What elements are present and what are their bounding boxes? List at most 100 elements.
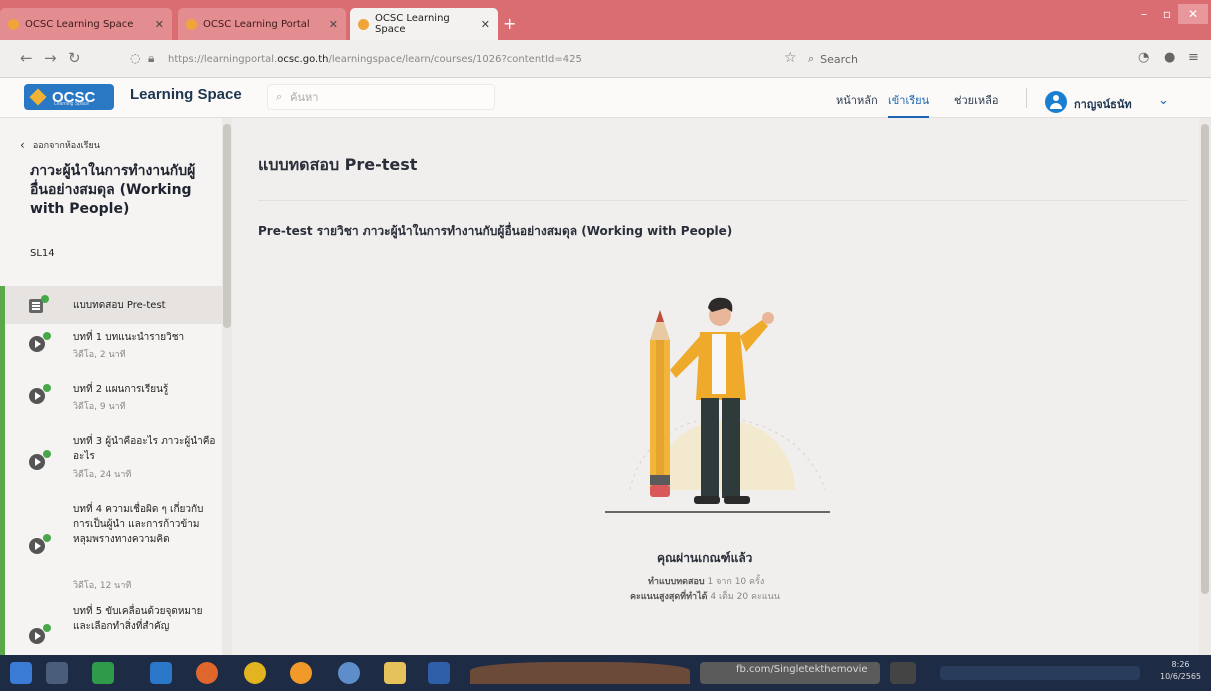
edge-icon[interactable] xyxy=(150,662,172,684)
attempts-line: ทำแบบทดสอบ 1 จาก 10 ครั้ง xyxy=(648,574,764,588)
check-icon xyxy=(43,450,51,458)
word-icon[interactable] xyxy=(428,662,450,684)
bookmark-star-icon[interactable]: ☆ xyxy=(784,50,797,66)
clock-time: 8:26 xyxy=(1171,660,1190,669)
lesson-item-4[interactable]: บทที่ 4 ความเชื่อผิด ๆ เกี่ยวกับการเป็นผ… xyxy=(0,490,222,592)
lesson-item-5[interactable]: บทที่ 5 ขับเคลื่อนด้วยจุดหมาย และเลือกทำ… xyxy=(0,592,222,655)
best-score-line: คะแนนสูงสุดที่ทำได้ 4 เต็ม 20 คะแนน xyxy=(630,589,780,603)
taskbar-app-icon[interactable] xyxy=(890,662,916,684)
play-icon xyxy=(29,628,45,644)
firefox-icon[interactable] xyxy=(196,662,218,684)
lesson-duration: วิดีโอ, 9 นาที xyxy=(73,402,126,412)
lesson-item-1[interactable]: บทที่ 1 บทแนะนำรายวิชา วิดีโอ, 2 นาที xyxy=(0,324,222,374)
window-close-icon[interactable]: ✕ xyxy=(1178,4,1208,24)
app-icon[interactable] xyxy=(290,662,312,684)
task-view-icon[interactable] xyxy=(46,662,68,684)
check-icon xyxy=(43,624,51,632)
chevron-left-icon: ‹ xyxy=(20,138,25,152)
taskbar-clock[interactable]: 8:26 10/6/2565 xyxy=(1160,659,1201,683)
play-icon xyxy=(29,336,45,352)
nav-home[interactable]: หน้าหลัก xyxy=(836,91,878,109)
pass-status-title: คุณผ่านเกณฑ์แล้ว xyxy=(657,551,753,565)
app-icon[interactable] xyxy=(338,662,360,684)
shield-icon[interactable]: ◌ xyxy=(130,51,140,65)
chevron-down-icon[interactable]: ⌄ xyxy=(1158,93,1169,108)
address-bar[interactable]: https://learningportal. ocsc.go.th/learni… xyxy=(168,48,768,70)
tab-label: OCSC Learning Space xyxy=(375,13,450,35)
chrome-icon[interactable] xyxy=(244,662,266,684)
file-explorer-icon[interactable] xyxy=(384,662,406,684)
play-icon xyxy=(29,388,45,404)
forward-arrow-icon[interactable]: → xyxy=(44,49,57,67)
course-title: ภาวะผู้นำในการทำงานกับผู้อื่นอย่างสมดุล … xyxy=(30,163,196,217)
lesson-title: บทที่ 5 ขับเคลื่อนด้วยจุดหมาย และเลือกทำ… xyxy=(73,606,203,632)
check-icon xyxy=(43,384,51,392)
minimize-icon[interactable]: – xyxy=(1132,4,1156,24)
favicon-icon xyxy=(358,18,369,30)
check-icon xyxy=(43,332,51,340)
lesson-title: บทที่ 3 ผู้นำคืออะไร ภาวะผู้นำคืออะไร xyxy=(73,436,216,462)
lesson-title: บทที่ 1 บทแนะนำรายวิชา xyxy=(73,332,185,343)
browser-tab-3[interactable]: OCSC Learning Space ✕ xyxy=(350,8,498,40)
account-icon[interactable]: ● xyxy=(1164,50,1175,65)
lesson-item-3[interactable]: บทที่ 3 ผู้นำคืออะไร ภาวะผู้นำคืออะไร วิ… xyxy=(0,424,222,490)
play-icon xyxy=(29,454,45,470)
user-name[interactable]: กาญจน์ธนัท xyxy=(1074,95,1132,113)
lesson-title: แบบทดสอบ Pre-test xyxy=(73,300,166,311)
new-tab-icon[interactable]: + xyxy=(503,14,516,33)
best-score-label: คะแนนสูงสุดที่ทำได้ xyxy=(630,592,708,602)
tab-label: OCSC Learning Portal xyxy=(203,18,310,30)
ocsc-logo[interactable]: OCSC Learning Space xyxy=(24,84,114,110)
clock-date: 10/6/2565 xyxy=(1160,672,1202,681)
lesson-title: บทที่ 4 ความเชื่อผิด ๆ เกี่ยวกับการเป็นผ… xyxy=(73,504,204,545)
lesson-item-2[interactable]: บทที่ 2 แผนการเรียนรู้ วิดีโอ, 9 นาที xyxy=(0,374,222,424)
windows-taskbar xyxy=(0,655,1211,691)
url-domain: ocsc.go.th xyxy=(277,53,329,65)
attempts-value: 1 จาก 10 ครั้ง xyxy=(707,577,765,587)
close-icon[interactable]: ✕ xyxy=(155,18,164,31)
course-code: SL14 xyxy=(30,248,55,259)
user-avatar-icon[interactable] xyxy=(1045,91,1067,113)
course-sidebar: ‹ ออกจากห้องเรียน ภาวะผู้นำในการทำงานกับ… xyxy=(0,118,232,655)
nav-learn[interactable]: เข้าเรียน xyxy=(888,91,930,118)
exit-classroom-link[interactable]: ‹ ออกจากห้องเรียน xyxy=(20,138,100,152)
maximize-icon[interactable]: ▫ xyxy=(1158,4,1176,24)
site-search-input[interactable]: ⌕ ค้นหา xyxy=(267,84,495,110)
pretest-illustration xyxy=(605,297,830,513)
lock-icon: 🔒︎ xyxy=(148,51,155,65)
main-scrollbar-thumb[interactable] xyxy=(1201,124,1209,594)
logo-subtext: Learning Space xyxy=(54,101,90,107)
store-icon[interactable] xyxy=(92,662,114,684)
pocket-icon[interactable]: ◔ xyxy=(1138,50,1149,65)
reload-icon[interactable]: ↻ xyxy=(68,49,81,67)
site-search-placeholder: ค้นหา xyxy=(290,91,319,104)
menu-divider xyxy=(1026,88,1027,108)
check-icon xyxy=(43,534,51,542)
menu-icon[interactable]: ≡ xyxy=(1188,50,1199,65)
lesson-duration: วิดีโอ, 24 นาที xyxy=(73,470,132,480)
favicon-icon xyxy=(8,18,19,30)
nav-help[interactable]: ช่วยเหลือ xyxy=(954,91,998,109)
play-icon xyxy=(29,538,45,554)
browser-navigation-bar: ← → ↻ ◌ 🔒︎ https://learningportal. ocsc.g… xyxy=(0,40,1211,78)
close-icon[interactable]: ✕ xyxy=(329,18,338,31)
search-icon: ⌕ xyxy=(276,90,283,103)
browser-tab-1[interactable]: OCSC Learning Space ✕ xyxy=(0,8,172,40)
lesson-item-pretest[interactable]: แบบทดสอบ Pre-test xyxy=(0,286,222,324)
sidebar-scrollbar-thumb[interactable] xyxy=(223,124,231,328)
close-icon[interactable]: ✕ xyxy=(481,18,490,31)
app-header: OCSC Learning Space Learning Space ⌕ ค้น… xyxy=(0,78,1211,118)
back-arrow-icon[interactable]: ← xyxy=(20,49,33,67)
browser-search-placeholder: Search xyxy=(820,52,858,66)
system-tray-icons[interactable] xyxy=(940,666,1140,680)
browser-search-box[interactable]: ⌕ Search xyxy=(808,48,1108,70)
section-divider xyxy=(258,200,1188,201)
attempts-label: ทำแบบทดสอบ xyxy=(648,577,705,587)
browser-tab-2[interactable]: OCSC Learning Portal ✕ xyxy=(178,8,346,40)
windows-start-icon[interactable] xyxy=(10,662,32,684)
quiz-title: Pre-test รายวิชา ภาวะผู้นำในการทำงานกับผ… xyxy=(258,224,733,238)
lesson-title: บทที่ 2 แผนการเรียนรู้ xyxy=(73,384,169,395)
exit-classroom-label: ออกจากห้องเรียน xyxy=(32,141,100,151)
url-prefix: https://learningportal. xyxy=(168,53,278,65)
logo-mark-icon xyxy=(29,88,47,106)
